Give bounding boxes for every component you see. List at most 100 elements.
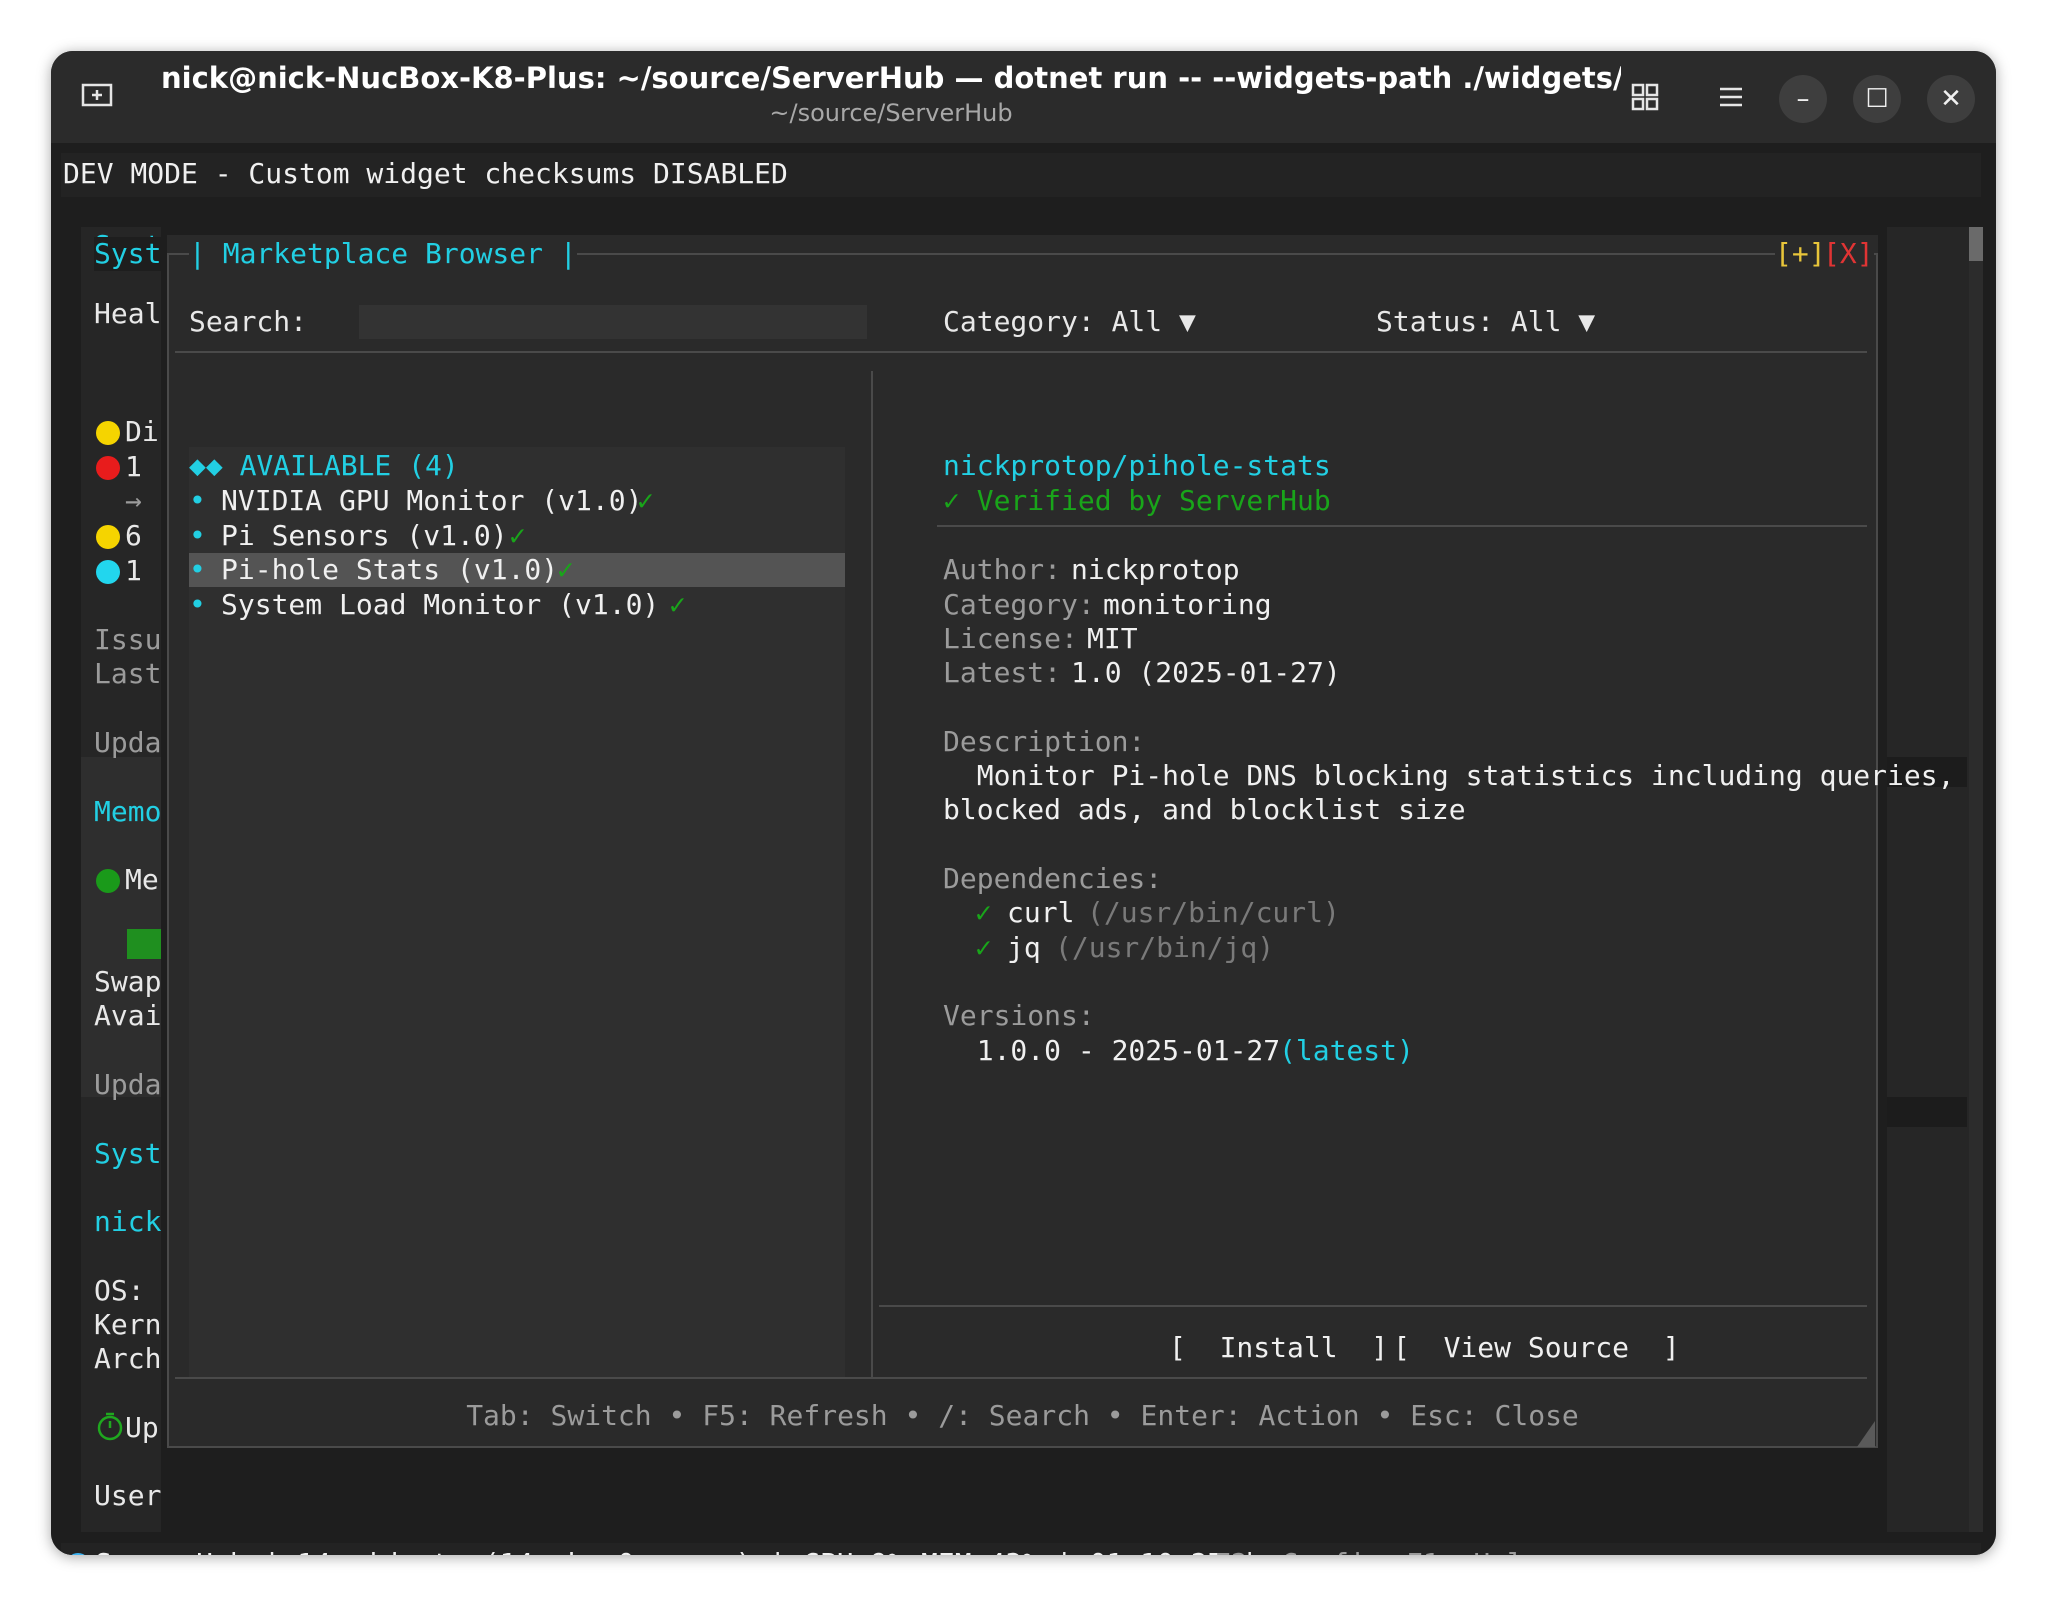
status-dot-yellow — [96, 421, 120, 445]
resize-grip-icon[interactable] — [1857, 1421, 1875, 1447]
list-item[interactable]: • System Load Monitor (v1.0) ✓ — [189, 588, 845, 622]
dependency-check-icon: ✓ — [975, 931, 992, 964]
verified-check-icon: ✓ — [557, 553, 574, 586]
terminal-window: nick@nick-NucBox-K8-Plus: ~/source/Serve… — [51, 51, 1996, 1555]
bg-widget-text: Heal — [94, 297, 162, 330]
verified-badge: ✓ Verified by ServerHub — [943, 484, 1331, 517]
dependency-check-icon: ✓ — [975, 896, 992, 929]
dependency-path: (/usr/bin/curl) — [1087, 896, 1340, 929]
bg-widget-text: Avai — [94, 999, 162, 1032]
description-label: Description: — [943, 725, 1146, 758]
grid-view-icon[interactable] — [1629, 81, 1661, 113]
minimize-button[interactable]: – — [1779, 75, 1827, 123]
status-dot-cyan — [96, 560, 120, 584]
latest-version-tag: (latest) — [1279, 1034, 1414, 1067]
bg-widget-text: Upda — [94, 1068, 162, 1101]
bg-widget-text: Arch — [94, 1342, 162, 1375]
bg-widget-text: OS: — [94, 1274, 145, 1307]
author-value: nickprotop — [1071, 553, 1240, 586]
config-shortcut[interactable]: F2: Config — [1214, 1547, 1383, 1555]
bg-widget-text: Syst — [94, 1137, 162, 1170]
versions-label: Versions: — [943, 999, 1095, 1032]
expand-button[interactable]: [+] — [1775, 237, 1826, 271]
search-input[interactable] — [359, 305, 867, 339]
bg-widget-text: Me — [125, 863, 159, 896]
bg-widget-text: Upda — [94, 726, 162, 759]
list-item-bullet: • — [189, 553, 206, 586]
new-tab-icon[interactable] — [81, 81, 113, 107]
modal-title: | Marketplace Browser | — [189, 237, 577, 271]
help-divider — [175, 1377, 1867, 1379]
right-background-panel — [1887, 227, 1979, 1532]
verified-check-icon: ✓ — [669, 588, 686, 621]
widget-name[interactable]: nickprotop/pihole-stats — [943, 449, 1331, 483]
actions-divider — [879, 1305, 1867, 1307]
bg-widget-text: Syst — [94, 237, 162, 271]
install-button[interactable]: [ Install ] — [1169, 1331, 1388, 1365]
bg-widget-text: Di — [125, 415, 159, 448]
bg-widget-text: 1 — [125, 554, 142, 587]
help-shortcut[interactable]: F1: Help — [1406, 1547, 1541, 1555]
modal-left-border — [167, 253, 169, 1448]
latest-label: Latest: — [943, 656, 1062, 689]
close-dialog-button[interactable]: [X] — [1823, 237, 1874, 271]
description-text: Monitor Pi-hole DNS blocking statistics … — [943, 759, 1955, 792]
modal-bottom-border — [167, 1446, 1878, 1448]
bg-widget-text: 6 — [125, 519, 142, 552]
keyboard-help-text: Tab: Switch • F5: Refresh • /: Search • … — [466, 1399, 1579, 1432]
dependency-name: curl — [1007, 896, 1075, 929]
window-subtitle: ~/source/ServerHub — [769, 99, 1013, 127]
list-item-label: Pi Sensors (v1.0) — [221, 519, 508, 552]
license-value: MIT — [1087, 622, 1138, 655]
dev-mode-banner-text: DEV MODE - Custom widget checksums DISAB… — [63, 157, 788, 190]
list-item[interactable]: • Pi Sensors (v1.0) ✓ — [189, 519, 845, 553]
description-text: blocked ads, and blocklist size — [943, 793, 1466, 826]
bg-widget-text: 1 — [125, 450, 142, 483]
bg-widget-text: Up — [125, 1411, 159, 1444]
status-dot-yellow — [96, 525, 120, 549]
pane-divider — [871, 371, 873, 1377]
category-value: monitoring — [1103, 588, 1272, 621]
available-group-header[interactable]: ◆◆ AVAILABLE (4) — [189, 449, 459, 483]
list-item-label: Pi-hole Stats (v1.0) — [221, 553, 559, 586]
terminal-scrollbar-track[interactable] — [1969, 227, 1983, 1532]
list-item[interactable]: • NVIDIA GPU Monitor (v1.0) ✓ — [189, 484, 845, 518]
memory-usage-bar — [127, 929, 161, 959]
verified-check-icon: ✓ — [509, 519, 526, 552]
list-item-bullet: • — [189, 484, 206, 517]
filter-row-divider — [175, 351, 1867, 353]
marketplace-browser-dialog: Syst | Marketplace Browser | [+] [X] Sea… — [94, 235, 1954, 1448]
search-label: Search: — [189, 305, 308, 338]
bg-widget-text: Memo — [94, 795, 162, 828]
dependency-name: jq — [1007, 931, 1041, 964]
list-item-selected[interactable]: • Pi-hole Stats (v1.0) ✓ — [189, 553, 845, 587]
dependencies-label: Dependencies: — [943, 862, 1163, 895]
right-panel-divider — [1887, 1097, 1967, 1127]
category-filter-dropdown[interactable]: Category: All ▼ — [943, 305, 1196, 339]
bg-widget-text: Swap — [94, 965, 162, 998]
author-label: Author: — [943, 553, 1062, 586]
title-bar: nick@nick-NucBox-K8-Plus: ~/source/Serve… — [51, 51, 1996, 143]
close-button[interactable]: ✕ — [1927, 75, 1975, 123]
bg-widget-text: Issu — [94, 623, 162, 656]
terminal-scrollbar-thumb[interactable] — [1969, 227, 1983, 261]
status-dot-red — [96, 456, 120, 480]
verified-check-icon: ✓ — [637, 484, 654, 517]
maximize-button[interactable]: ☐ — [1853, 75, 1901, 123]
stopwatch-icon — [97, 1412, 123, 1441]
terminal-area: DEV MODE - Custom widget checksums DISAB… — [51, 143, 1996, 1555]
status-filter-dropdown[interactable]: Status: All ▼ — [1376, 305, 1595, 339]
license-label: License: — [943, 622, 1078, 655]
dependency-path: (/usr/bin/jq) — [1055, 931, 1275, 964]
view-source-button[interactable]: [ View Source ] — [1393, 1331, 1680, 1365]
list-item-label: NVIDIA GPU Monitor (v1.0) — [221, 484, 643, 517]
modal-right-border — [1876, 253, 1878, 1448]
hamburger-menu-icon[interactable] — [1715, 81, 1747, 113]
status-bar-summary: ServerHub | 14 widgets (14 ok, 0 error) … — [95, 1547, 1258, 1555]
bg-widget-arrow: → — [125, 484, 142, 517]
details-header-divider — [937, 525, 1867, 527]
bg-widget-text: Last — [94, 657, 162, 690]
status-dot-green — [96, 869, 120, 893]
bg-widget-text: Kern — [94, 1308, 162, 1341]
list-item-bullet: • — [189, 519, 206, 552]
